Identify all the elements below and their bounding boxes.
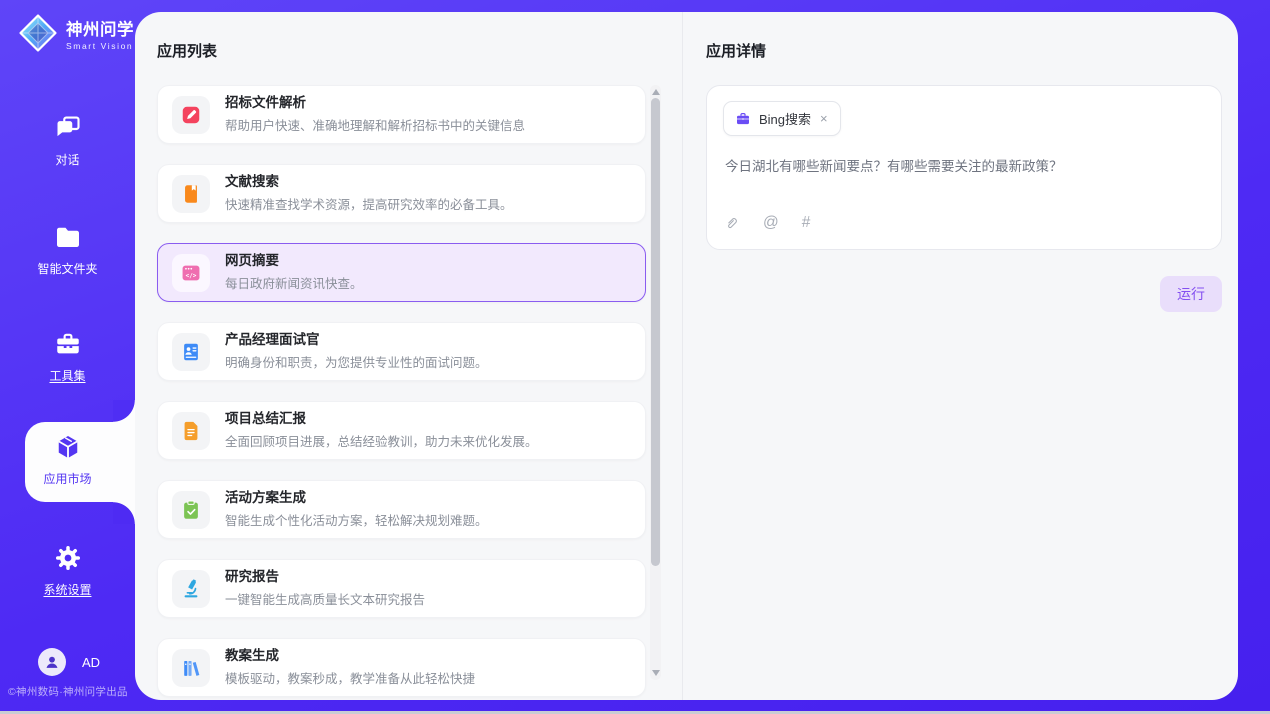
user-account[interactable]: AD (38, 648, 100, 676)
copyright-text: ©神州数码·神州问学出品 (8, 684, 128, 699)
app-icon-tile (172, 491, 210, 529)
app-description: 帮助用户快速、准确地理解和解析招标书中的关键信息 (225, 115, 525, 134)
hash-icon[interactable]: # (802, 214, 811, 232)
user-icon (42, 652, 62, 672)
app-name: 网页摘要 (225, 253, 363, 269)
avatar (38, 648, 66, 676)
web-code-icon: </> (180, 262, 202, 284)
attachment-icon[interactable] (723, 215, 740, 232)
run-button[interactable]: 运行 (1160, 276, 1222, 312)
app-icon-tile (172, 333, 210, 371)
chat-icon (53, 113, 83, 143)
app-icon-tile (172, 570, 210, 608)
brand-diamond-icon (18, 13, 58, 53)
app-name: 项目总结汇报 (225, 411, 538, 427)
svg-text:</>: </> (186, 272, 197, 279)
report-note-icon (180, 420, 202, 442)
app-description: 明确身份和职责，为您提供专业性的面试问题。 (225, 352, 488, 371)
sidebar-item-label: 应用市场 (43, 470, 91, 487)
clipboard-check-icon (180, 499, 202, 521)
app-description: 智能生成个性化活动方案，轻松解决规划难题。 (225, 510, 488, 529)
microscope-icon (180, 578, 202, 600)
sidebar-item-toolset[interactable]: 工具集 (0, 329, 135, 384)
scrollbar-thumb[interactable] (651, 98, 660, 566)
app-description: 模板驱动，教案秒成，教学准备从此轻松快捷 (225, 668, 475, 687)
scrollbar[interactable] (650, 85, 661, 680)
sidebar-item-label: 系统设置 (43, 581, 91, 598)
app-card[interactable]: 文献搜索 快速精准查找学术资源，提高研究效率的必备工具。 (157, 164, 646, 223)
app-description: 每日政府新闻资讯快查。 (225, 273, 363, 292)
edit-doc-icon (180, 104, 202, 126)
app-icon-tile (172, 412, 210, 450)
tool-tag-label: Bing搜索 (759, 109, 811, 128)
sidebar-item-label: 工具集 (49, 367, 85, 384)
mention-icon[interactable]: @ (763, 214, 779, 232)
main-panel: 应用列表 招标文件解析 帮助用户快速、准确地理解和解析招标书中的关键信息 (135, 12, 1238, 700)
tool-tag-bing-search[interactable]: Bing搜索 × (723, 101, 841, 136)
app-icon-tile (172, 649, 210, 687)
app-description: 快速精准查找学术资源，提高研究效率的必备工具。 (225, 194, 513, 213)
app-icon-tile: </> (172, 254, 210, 292)
app-list-pane: 应用列表 招标文件解析 帮助用户快速、准确地理解和解析招标书中的关键信息 (135, 12, 683, 700)
app-name: 文献搜索 (225, 174, 513, 190)
prompt-card: Bing搜索 × 今日湖北有哪些新闻要点？有哪些需要关注的最新政策？ @ # (706, 85, 1222, 250)
sidebar-item-app-market[interactable]: 应用市场 (0, 432, 135, 487)
app-name: 研究报告 (225, 569, 425, 585)
app-card[interactable]: 教案生成 模板驱动，教案秒成，教学准备从此轻松快捷 (157, 638, 646, 697)
composer-toolbar: @ # (723, 214, 1205, 234)
app-icon-tile (172, 96, 210, 134)
cube-icon (53, 432, 83, 462)
app-cards: 招标文件解析 帮助用户快速、准确地理解和解析招标书中的关键信息 文献搜索 快速精… (157, 85, 646, 697)
app-card[interactable]: 研究报告 一键智能生成高质量长文本研究报告 (157, 559, 646, 618)
app-logo: 神州问学 Smart Vision (18, 13, 134, 53)
app-card[interactable]: 产品经理面试官 明确身份和职责，为您提供专业性的面试问题。 (157, 322, 646, 381)
briefcase-icon (735, 111, 751, 127)
app-card[interactable]: 招标文件解析 帮助用户快速、准确地理解和解析招标书中的关键信息 (157, 85, 646, 144)
app-name: 招标文件解析 (225, 95, 525, 111)
sidebar-item-settings[interactable]: 系统设置 (0, 543, 135, 598)
scroll-down-arrow[interactable] (652, 670, 660, 676)
interview-icon (180, 341, 202, 363)
brand-name: 神州问学 (66, 16, 134, 40)
book-icon (180, 183, 202, 205)
app-description: 一键智能生成高质量长文本研究报告 (225, 589, 425, 608)
app-name: 产品经理面试官 (225, 332, 488, 348)
app-card-selected[interactable]: </> 网页摘要 每日政府新闻资讯快查。 (157, 243, 646, 302)
brand-subtitle: Smart Vision (66, 41, 134, 51)
toolbox-icon (53, 329, 83, 359)
gear-icon (53, 543, 83, 573)
app-detail-title: 应用详情 (706, 40, 1222, 61)
user-name: AD (82, 655, 100, 670)
sidebar: 神州问学 Smart Vision 对话 智能文件夹 工具集 应用市场 (0, 0, 135, 714)
close-icon[interactable]: × (819, 112, 829, 125)
app-icon-tile (172, 175, 210, 213)
sidebar-item-smart-folder[interactable]: 智能文件夹 (0, 222, 135, 277)
app-list-title: 应用列表 (157, 40, 682, 61)
app-card[interactable]: 项目总结汇报 全面回顾项目进展，总结经验教训，助力未来优化发展。 (157, 401, 646, 460)
app-name: 教案生成 (225, 648, 475, 664)
app-description: 全面回顾项目进展，总结经验教训，助力未来优化发展。 (225, 431, 538, 450)
sidebar-item-label: 对话 (55, 151, 79, 168)
folder-icon (53, 222, 83, 252)
scroll-up-arrow[interactable] (652, 89, 660, 95)
app-card[interactable]: 活动方案生成 智能生成个性化活动方案，轻松解决规划难题。 (157, 480, 646, 539)
query-text[interactable]: 今日湖北有哪些新闻要点？有哪些需要关注的最新政策？ (725, 157, 1205, 177)
app-name: 活动方案生成 (225, 490, 488, 506)
sidebar-item-label: 智能文件夹 (37, 260, 97, 277)
app-detail-pane: 应用详情 Bing搜索 × 今日湖北有哪些新闻要点？有哪些需要关注的最新政策？ (684, 12, 1238, 700)
sidebar-item-chat[interactable]: 对话 (0, 113, 135, 168)
books-icon (180, 657, 202, 679)
